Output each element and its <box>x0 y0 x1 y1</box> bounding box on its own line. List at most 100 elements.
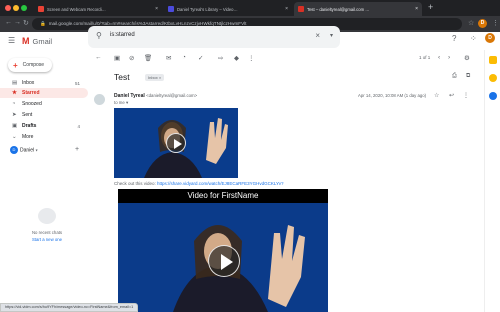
tab-title: Daniel Tyreal's Library – Video… <box>177 6 238 12</box>
new-chat-plus-icon[interactable]: + <box>75 146 79 153</box>
previous-page-icon[interactable]: ‹ <box>438 54 440 61</box>
delete-icon[interactable]: 🗑 <box>144 54 152 62</box>
body-text: Check out this video: <box>114 181 158 186</box>
start-chat-link[interactable]: Start a new one <box>20 237 74 242</box>
video-share-link[interactable]: https://share.vidyard.com/watch/EJ8ECaRF… <box>157 181 283 186</box>
snooze-icon[interactable]: ◔ <box>182 54 186 61</box>
sidebar-item-label: Drafts <box>22 123 37 129</box>
browser-tab-active[interactable]: Test – danieltyreal@gmail.com … × <box>294 2 422 16</box>
chevron-down-icon: ⌄ <box>12 134 17 140</box>
move-to-icon[interactable]: ⇨ <box>218 54 223 62</box>
inbox-label-chip[interactable]: Inbox × <box>145 74 165 81</box>
recipient-details[interactable]: to me ▾ <box>114 100 128 106</box>
browser-tab[interactable]: Daniel Tyreal's Library – Video… × <box>164 2 292 16</box>
open-new-window-icon[interactable]: ⧉ <box>466 73 470 80</box>
keep-icon[interactable] <box>489 74 497 82</box>
mark-unread-icon[interactable]: ✉ <box>166 54 171 62</box>
sidebar-item-label: More <box>22 134 34 140</box>
star-bookmark-icon[interactable]: ☆ <box>468 19 474 27</box>
gmail-logo-text: Gmail <box>32 36 53 46</box>
message-more-icon[interactable]: ⋮ <box>463 92 469 99</box>
draft-icon: ▣ <box>12 123 18 129</box>
video-title: Video for FirstName <box>118 189 328 203</box>
star-icon: ★ <box>12 90 17 96</box>
account-avatar[interactable]: D <box>485 33 495 43</box>
sidebar-item-label: Sent <box>22 112 33 118</box>
plus-icon: + <box>13 60 18 70</box>
archive-icon[interactable]: ▣ <box>114 54 120 62</box>
back-arrow-icon[interactable]: ← <box>5 19 12 26</box>
star-toggle-icon[interactable]: ☆ <box>434 92 439 99</box>
draft-count: 4 <box>77 123 80 129</box>
sender-avatar <box>94 94 105 105</box>
search-input[interactable]: is:starred <box>110 32 135 38</box>
search-bar[interactable]: ⚲ is:starred × ▾ <box>88 26 340 48</box>
embedded-video-player[interactable]: Video for FirstName <box>118 189 328 312</box>
report-spam-icon[interactable]: ⊘ <box>129 54 134 62</box>
settings-gear-icon[interactable]: ⚙ <box>464 54 470 62</box>
window-close-dot[interactable] <box>5 5 11 11</box>
window-maximize-dot[interactable] <box>21 5 27 11</box>
gmail-logo[interactable]: M Gmail <box>22 36 52 46</box>
no-chats-text: No recent chats <box>31 230 63 235</box>
sidebar-item-label: Starred <box>22 90 40 96</box>
browser-menu-icon[interactable]: ⋮ <box>492 19 499 27</box>
compose-button[interactable]: + Compose <box>8 58 52 72</box>
pagination-text: 1 of 1 <box>419 55 431 60</box>
window-minimize-dot[interactable] <box>13 5 19 11</box>
tab-close-icon[interactable]: × <box>152 6 158 12</box>
label-icon[interactable]: ◆ <box>234 54 239 62</box>
hangouts-user-name: Daniel <box>20 147 35 154</box>
chevron-down-icon: ▾ <box>35 147 38 153</box>
no-chats-panel: No recent chats Start a new one <box>20 208 74 242</box>
sidebar-item-starred[interactable]: ★ Starred <box>0 88 88 98</box>
sender-line: Daniel Tyreal <danieltyreal@gmail.com> <box>114 93 197 99</box>
tab-close-icon[interactable]: × <box>412 6 418 12</box>
apps-grid-icon[interactable]: ⁘ <box>470 34 477 43</box>
sidebar-item-drafts[interactable]: ▣ Drafts 4 <box>0 121 88 131</box>
compose-label: Compose <box>22 62 45 68</box>
calendar-icon[interactable] <box>489 56 497 64</box>
side-panel <box>484 50 500 312</box>
more-options-icon[interactable]: ⋮ <box>248 54 255 62</box>
browser-tab[interactable]: Screen and Webcam Recordi… × <box>34 2 162 16</box>
clock-icon: ◔ <box>12 101 16 107</box>
sidebar-item-snoozed[interactable]: ◔ Snoozed <box>0 99 88 109</box>
next-page-icon[interactable]: › <box>448 54 450 61</box>
sidebar-item-sent[interactable]: ➤ Sent <box>0 110 88 120</box>
new-tab-button[interactable]: + <box>428 2 433 12</box>
add-to-tasks-icon[interactable]: ✓ <box>198 54 203 62</box>
back-to-list-icon[interactable]: ← <box>95 54 102 61</box>
sender-email: <danieltyreal@gmail.com> <box>146 93 198 98</box>
inbox-icon: ▤ <box>12 80 18 86</box>
status-url: https://vid-vidm.com/s/hu9YFh/message/vi… <box>5 305 134 309</box>
forward-arrow-icon[interactable]: → <box>14 19 21 26</box>
tasks-icon[interactable] <box>489 92 497 100</box>
clear-search-icon[interactable]: × <box>315 31 320 40</box>
video-message-line: Check out this video: https://share.vidy… <box>114 181 284 186</box>
sidebar-item-more[interactable]: ⌄ More <box>0 132 88 142</box>
link-status-bar: https://vid-vidm.com/s/hu9YFh/message/vi… <box>0 303 139 312</box>
play-button-icon[interactable] <box>208 245 240 277</box>
reply-icon[interactable]: ↩ <box>449 92 454 99</box>
gmail-favicon-icon <box>298 6 304 12</box>
hangouts-user[interactable]: D Daniel ▾ <box>10 146 38 154</box>
gmail-m-icon: M <box>22 36 30 46</box>
print-icon[interactable]: ⎙ <box>452 73 457 80</box>
search-icon[interactable]: ⚲ <box>96 31 102 40</box>
lock-icon: 🔒 <box>40 21 46 26</box>
video-thumbnail[interactable] <box>114 108 238 178</box>
play-button-icon[interactable] <box>166 133 186 153</box>
tab-close-icon[interactable]: × <box>282 6 288 12</box>
email-date: Apr 14, 2020, 10:08 AM (1 day ago) <box>358 93 427 98</box>
sidebar-item-label: Snoozed <box>22 101 42 107</box>
main-menu-icon[interactable]: ☰ <box>8 36 15 45</box>
search-options-icon[interactable]: ▾ <box>330 32 333 39</box>
browser-profile-avatar[interactable]: D <box>478 19 487 28</box>
sender-name[interactable]: Daniel Tyreal <box>114 93 145 99</box>
sidebar-item-inbox[interactable]: ▤ Inbox 51 <box>0 78 88 88</box>
email-subject: Test <box>114 72 130 82</box>
reload-icon[interactable]: ↻ <box>23 19 29 27</box>
sidebar-item-label: Inbox <box>22 80 35 86</box>
help-icon[interactable]: ? <box>452 34 456 43</box>
